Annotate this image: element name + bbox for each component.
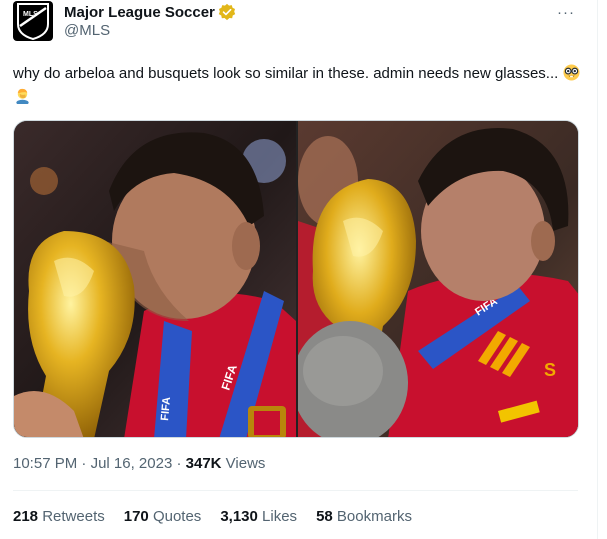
author-name-row[interactable]: Major League Soccer <box>64 3 236 21</box>
mls-logo-icon: MLS <box>17 3 49 40</box>
bookmarks-stat[interactable]: 58 Bookmarks <box>316 508 412 525</box>
meta-separator: · <box>172 455 186 472</box>
tweet-body: why do arbeloa and busquets look so simi… <box>13 65 559 82</box>
svg-text:S: S <box>544 360 556 380</box>
retweets-stat[interactable]: 218 Retweets <box>13 508 105 525</box>
photo-right[interactable]: FIFA S <box>298 121 578 437</box>
person-facepalming-icon <box>16 88 29 104</box>
tweet-date[interactable]: Jul 16, 2023 <box>91 455 173 472</box>
meta-separator: · <box>77 455 91 472</box>
likes-stat[interactable]: 3,130 Likes <box>220 508 297 525</box>
tweet-card: MLS Major League Soccer @MLS ··· why do … <box>0 0 598 539</box>
nerd-face-glasses-icon <box>563 64 581 81</box>
quotes-count: 170 <box>123 508 149 525</box>
photo-left[interactable]: FIFA FIFA <box>14 121 296 437</box>
author-handle[interactable]: @MLS <box>64 22 110 39</box>
tweet-meta: 10:57 PM · Jul 16, 2023 · 347K Views <box>13 455 265 472</box>
svg-text:FIFA: FIFA <box>159 396 173 421</box>
svg-text:MLS: MLS <box>23 11 38 18</box>
more-options-button[interactable]: ··· <box>556 3 576 21</box>
display-name[interactable]: Major League Soccer <box>64 4 215 21</box>
engagement-stats: 218 Retweets 170 Quotes 3,130 Likes 58 B… <box>13 508 431 525</box>
avatar[interactable]: MLS <box>13 1 53 41</box>
views-label: Views <box>221 455 266 472</box>
quotes-label: Quotes <box>152 508 202 525</box>
gold-verified-badge-icon <box>218 3 236 21</box>
likes-label: Likes <box>262 508 298 525</box>
more-dots-icon: ··· <box>557 3 575 21</box>
retweets-count: 218 <box>13 508 39 525</box>
player-kissing-trophy-photo-left: FIFA FIFA <box>14 121 296 437</box>
views-count[interactable]: 347K <box>186 455 222 472</box>
divider <box>13 490 578 491</box>
retweets-label: Retweets <box>42 508 105 525</box>
bookmarks-label: Bookmarks <box>336 508 412 525</box>
player-kissing-trophy-photo-right: FIFA S <box>298 121 578 437</box>
quotes-stat[interactable]: 170 Quotes <box>124 508 202 525</box>
media-grid[interactable]: FIFA FIFA FIFA S <box>13 120 579 438</box>
tweet-text: why do arbeloa and busquets look so simi… <box>13 62 593 108</box>
likes-count: 3,130 <box>220 508 258 525</box>
tweet-time[interactable]: 10:57 PM <box>13 455 77 472</box>
bookmarks-count: 58 <box>316 508 333 525</box>
